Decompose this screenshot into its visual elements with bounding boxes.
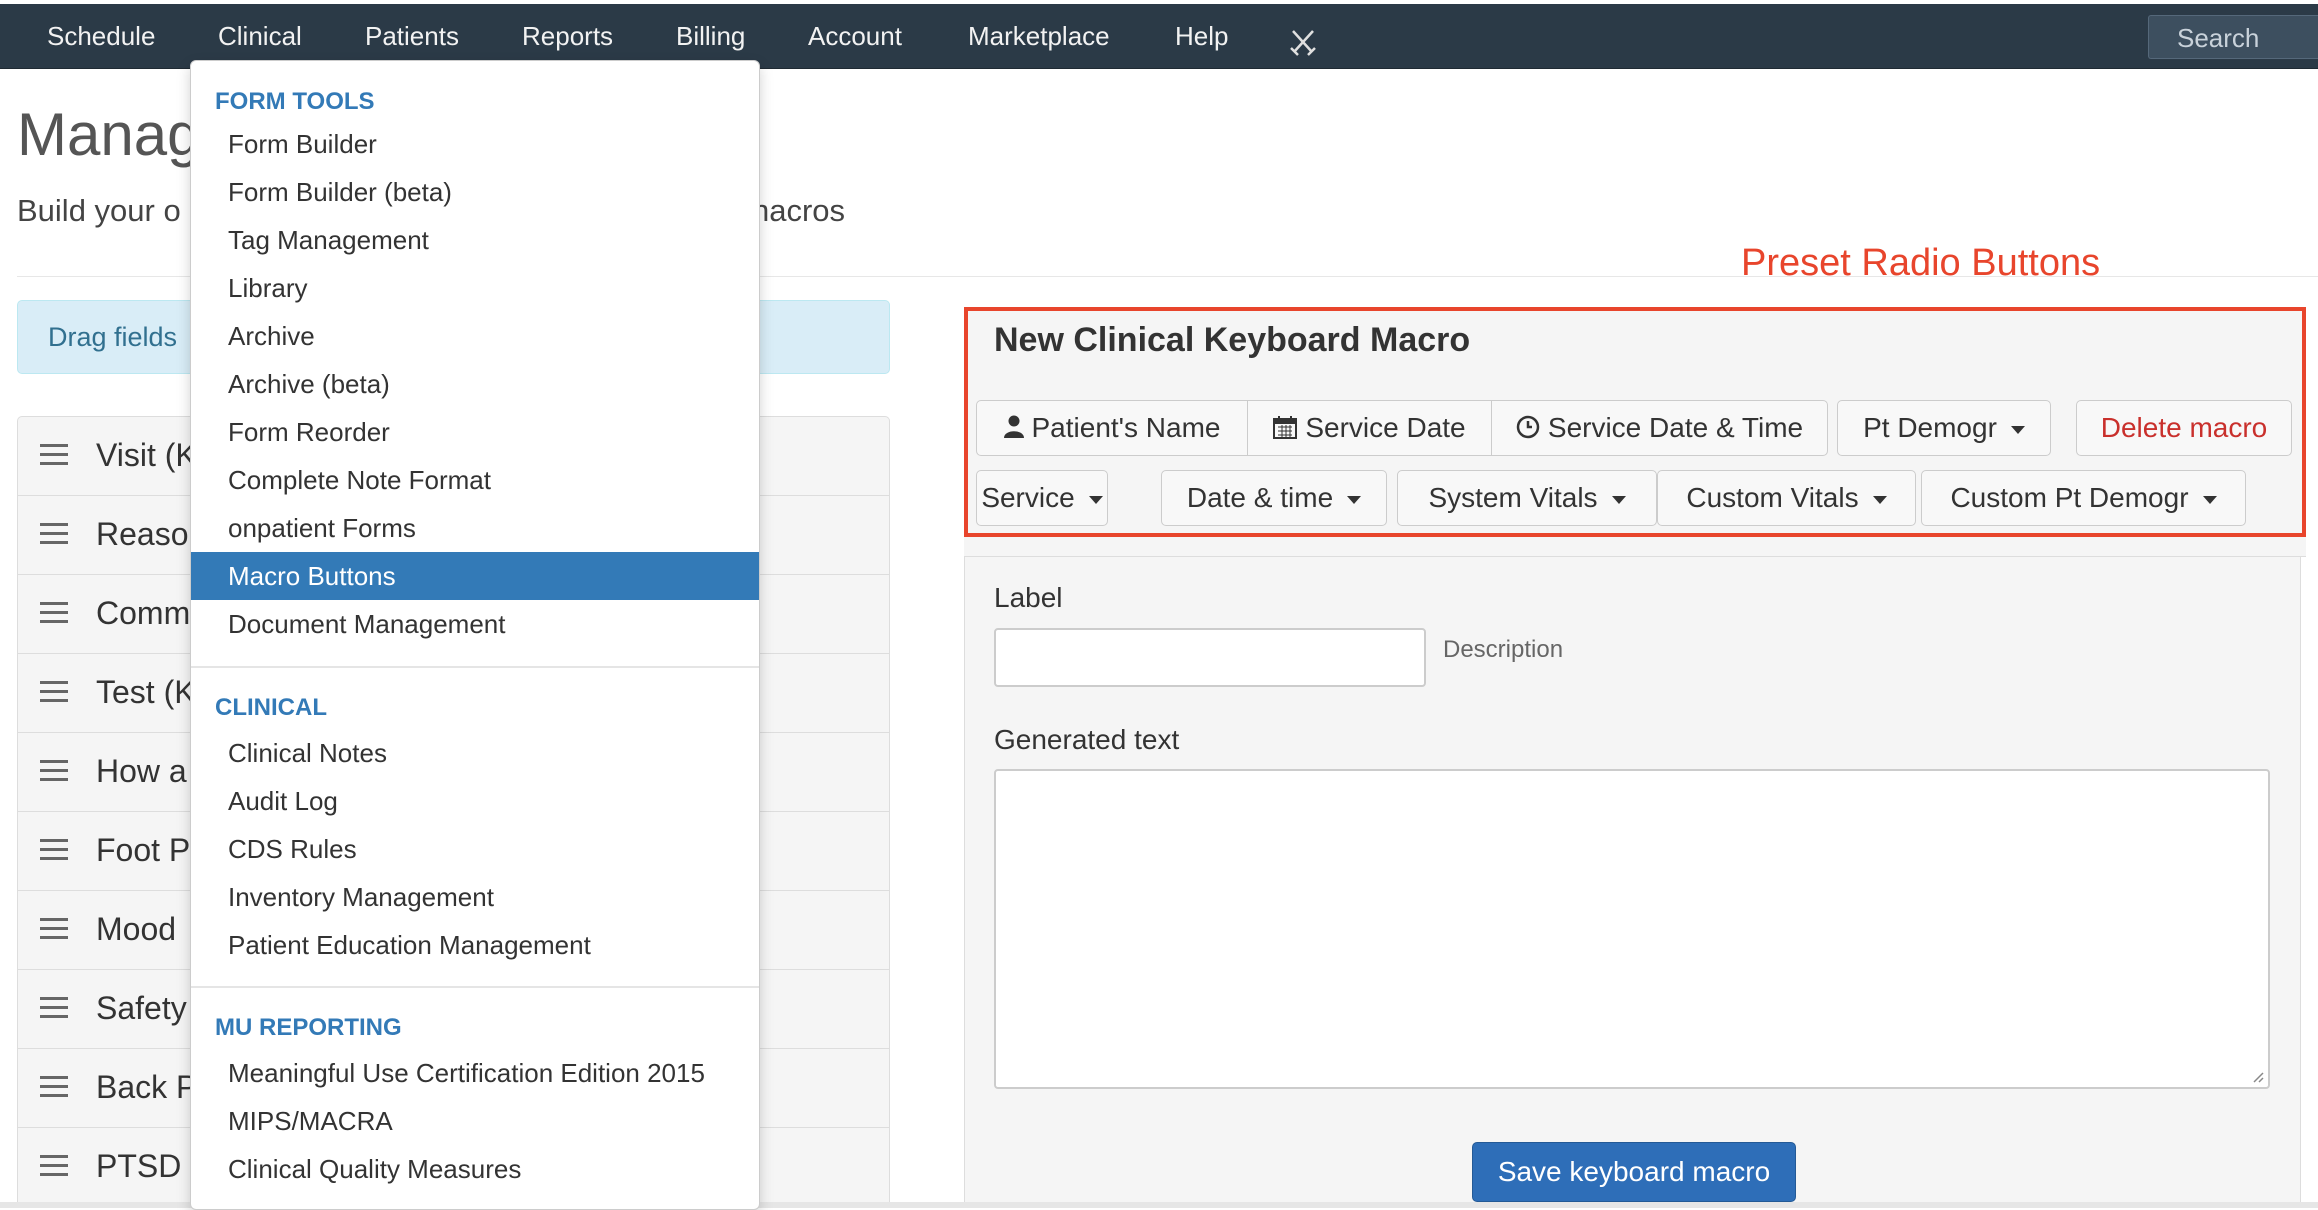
clinical-dropdown-menu: FORM TOOLS Form Builder Form Builder (be…	[190, 60, 760, 1210]
date-time-dropdown[interactable]: Date & time	[1161, 470, 1387, 526]
drag-handle-icon[interactable]	[40, 523, 68, 545]
menu-item-archive-beta[interactable]: Archive (beta)	[191, 360, 759, 408]
button-label: Service	[981, 482, 1075, 513]
menu-item-clinical-quality-measures[interactable]: Clinical Quality Measures	[191, 1145, 759, 1193]
nav-patients[interactable]: Patients	[365, 4, 459, 68]
caret-down-icon	[1088, 495, 1103, 504]
menu-item-complete-note-format[interactable]: Complete Note Format	[191, 456, 759, 504]
nav-account[interactable]: Account	[808, 4, 902, 68]
drag-handle-icon[interactable]	[40, 1076, 68, 1098]
field-label: Safety	[96, 990, 187, 1026]
custom-vitals-dropdown[interactable]: Custom Vitals	[1657, 470, 1916, 526]
field-label: Mood	[96, 911, 177, 947]
caret-down-icon	[1611, 495, 1626, 504]
menu-item-patient-education-management[interactable]: Patient Education Management	[191, 921, 759, 969]
drag-handle-icon[interactable]	[40, 839, 68, 861]
pt-demogr-dropdown[interactable]: Pt Demogr	[1837, 400, 2051, 456]
drag-handle-icon[interactable]	[40, 760, 68, 782]
menu-section-header: CLINICAL	[215, 694, 327, 721]
drag-handle-icon[interactable]	[40, 602, 68, 624]
menu-divider	[191, 666, 759, 668]
calendar-icon	[1273, 403, 1298, 457]
field-label: How a	[96, 753, 187, 789]
menu-item-clinical-notes[interactable]: Clinical Notes	[191, 729, 759, 777]
menu-section-header: FORM TOOLS	[215, 88, 375, 115]
label-input[interactable]	[994, 628, 1426, 687]
crossed-swords-icon[interactable]	[1290, 28, 1316, 56]
user-icon	[1003, 403, 1024, 457]
menu-item-audit-log[interactable]: Audit Log	[191, 777, 759, 825]
save-keyboard-macro-button[interactable]: Save keyboard macro	[1472, 1142, 1796, 1202]
field-label: Comm	[96, 595, 191, 631]
label-field-label: Label	[994, 582, 1063, 613]
drag-handle-icon[interactable]	[40, 444, 68, 466]
search-input[interactable]: Search	[2148, 15, 2318, 59]
drag-handle-icon[interactable]	[40, 918, 68, 940]
caret-down-icon	[1872, 495, 1887, 504]
resize-grip-icon[interactable]	[2250, 1069, 2264, 1083]
menu-item-form-reorder[interactable]: Form Reorder	[191, 408, 759, 456]
page-subtitle: Build your o	[17, 193, 181, 228]
menu-item-tag-management[interactable]: Tag Management	[191, 216, 759, 264]
service-date-button[interactable]: Service Date	[1247, 400, 1492, 456]
button-label: Pt Demogr	[1863, 412, 1997, 443]
delete-macro-button[interactable]: Delete macro	[2076, 400, 2292, 456]
field-label: Visit (K	[96, 437, 197, 473]
menu-divider	[191, 986, 759, 988]
menu-item-form-builder-beta[interactable]: Form Builder (beta)	[191, 168, 759, 216]
nav-billing[interactable]: Billing	[676, 4, 745, 68]
button-label: Custom Vitals	[1686, 482, 1859, 513]
menu-section-header: MU REPORTING	[215, 1014, 402, 1041]
page-subtitle-tail: nacros	[752, 193, 846, 228]
clock-icon	[1516, 403, 1540, 457]
menu-item-macro-buttons[interactable]: Macro Buttons	[191, 552, 759, 600]
caret-down-icon	[2010, 425, 2025, 434]
generated-text-label: Generated text	[994, 724, 1180, 755]
menu-item-inventory-management[interactable]: Inventory Management	[191, 873, 759, 921]
drag-handle-icon[interactable]	[40, 681, 68, 703]
caret-down-icon	[2202, 495, 2217, 504]
button-label: Patient's Name	[1031, 412, 1221, 443]
menu-item-archive[interactable]: Archive	[191, 312, 759, 360]
nav-help[interactable]: Help	[1175, 4, 1228, 68]
service-dropdown[interactable]: Service	[976, 470, 1108, 526]
menu-item-form-builder[interactable]: Form Builder	[191, 120, 759, 168]
panel-title: New Clinical Keyboard Macro	[994, 321, 1471, 359]
system-vitals-dropdown[interactable]: System Vitals	[1397, 470, 1657, 526]
menu-item-meaningful-use-2015[interactable]: Meaningful Use Certification Edition 201…	[191, 1049, 759, 1097]
nav-clinical[interactable]: Clinical	[218, 4, 302, 68]
annotation-label: Preset Radio Buttons	[1741, 242, 2101, 284]
nav-schedule[interactable]: Schedule	[47, 4, 155, 68]
patients-name-button[interactable]: Patient's Name	[976, 400, 1248, 456]
caret-down-icon	[1347, 495, 1362, 504]
button-label: Date & time	[1186, 482, 1334, 513]
drag-handle-icon[interactable]	[40, 997, 68, 1019]
menu-item-document-management[interactable]: Document Management	[191, 600, 759, 648]
service-date-time-button[interactable]: Service Date & Time	[1491, 400, 1828, 456]
nav-reports[interactable]: Reports	[522, 4, 613, 68]
menu-item-onpatient-forms[interactable]: onpatient Forms	[191, 504, 759, 552]
menu-item-mips-macra[interactable]: MIPS/MACRA	[191, 1097, 759, 1145]
field-label: PTSD	[96, 1148, 182, 1184]
field-label: Test (K	[96, 674, 196, 710]
menu-item-library[interactable]: Library	[191, 264, 759, 312]
button-label: Service Date	[1305, 412, 1466, 443]
button-label: System Vitals	[1428, 482, 1598, 513]
button-label: Service Date & Time	[1547, 412, 1804, 443]
button-label: Custom Pt Demogr	[1950, 482, 2189, 513]
nav-marketplace[interactable]: Marketplace	[968, 4, 1110, 68]
custom-pt-demogr-dropdown[interactable]: Custom Pt Demogr	[1921, 470, 2246, 526]
field-label: Foot P	[96, 832, 191, 868]
menu-item-cds-rules[interactable]: CDS Rules	[191, 825, 759, 873]
drag-handle-icon[interactable]	[40, 1155, 68, 1177]
generated-text-area[interactable]	[994, 769, 2270, 1089]
description-text: Description	[1443, 636, 1564, 663]
field-label: Back P	[96, 1069, 198, 1105]
